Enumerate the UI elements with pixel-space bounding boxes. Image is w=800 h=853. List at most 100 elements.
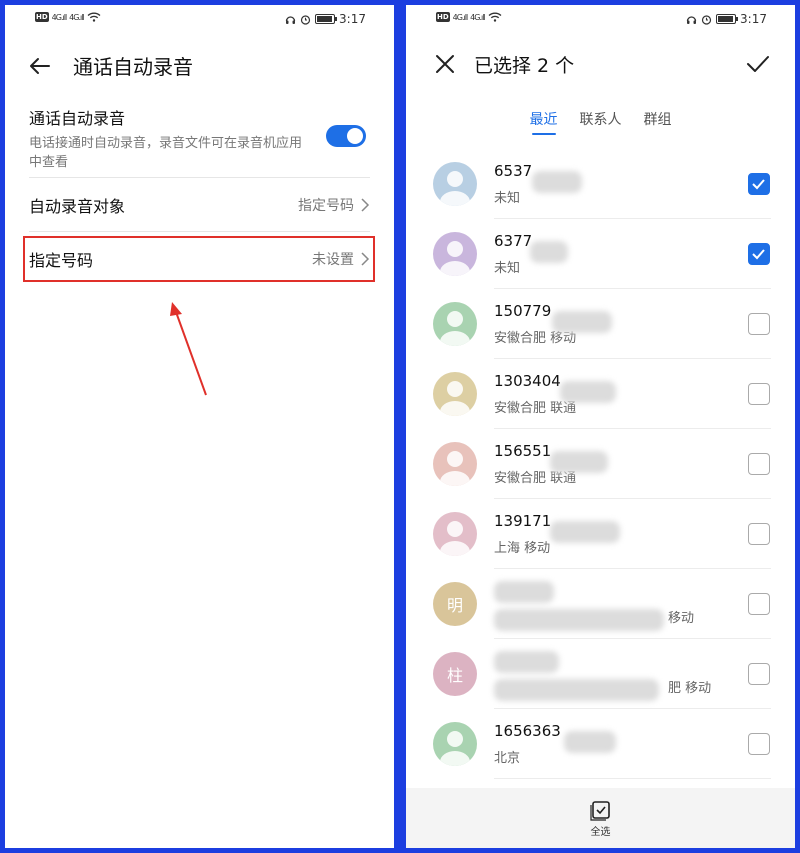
contact-list: 6537 未知 6377 未知 150779 安徽合肥 移动 1303404 安徽合肥 联通 1… (406, 149, 795, 779)
avatar-initial: 柱 (446, 666, 463, 685)
hd-badge: HD (35, 12, 49, 22)
selection-title: 已选择 2 个 (474, 54, 575, 77)
contact-number: 1656363 (494, 722, 561, 740)
contact-picker-screen: HD 4G.ıll 4G.ıll 3:17 已选择 2 个 最近 联系人 群组 65… (406, 5, 795, 848)
avatar (433, 162, 477, 206)
record-target-label: 自动录音对象 (29, 197, 126, 216)
wifi-icon (488, 12, 502, 22)
contact-location: 未知 (494, 261, 521, 276)
auto-record-description: 电话接通时自动录音，录音文件可在录音机应用中查看 (29, 136, 303, 170)
pointer-arrow (170, 302, 207, 396)
battery-icon (716, 14, 739, 24)
checkmark-icon (752, 179, 765, 190)
specified-numbers-value: 未设置 (312, 252, 354, 268)
person-icon (440, 451, 470, 486)
contact-number: 150779 (494, 302, 552, 320)
contact-location: 移动 (668, 611, 695, 626)
contact-checkbox[interactable] (748, 593, 770, 615)
back-arrow-icon[interactable] (27, 53, 53, 79)
specified-numbers-label: 指定号码 (29, 251, 94, 270)
specified-numbers-row[interactable]: 指定号码 未设置 (29, 233, 370, 285)
avatar-initial: 明 (446, 596, 463, 615)
redaction-blur (560, 381, 616, 403)
person-icon (440, 171, 470, 206)
avatar (433, 302, 477, 346)
contact-location: 北京 (494, 751, 521, 766)
tab-1[interactable]: 联系人 (580, 109, 622, 135)
toggle-knob (347, 128, 363, 144)
contact-row[interactable]: 柱肥 移动 (406, 639, 795, 709)
divider (29, 231, 370, 232)
redaction-blur (494, 651, 559, 673)
redaction-blur (494, 679, 659, 701)
bottom-bar: 全选 (406, 788, 795, 848)
hd-badge: HD (436, 12, 450, 22)
headphones-icon (285, 15, 296, 24)
contact-row[interactable]: 156551 安徽合肥 联通 (406, 429, 795, 499)
battery-icon (315, 14, 338, 24)
clock: 3:17 (339, 12, 366, 26)
avatar: 柱 (433, 652, 477, 696)
contact-location: 肥 移动 (668, 681, 712, 696)
checkmark-icon (752, 249, 765, 260)
avatar (433, 512, 477, 556)
contact-row[interactable]: 6537 未知 (406, 149, 795, 219)
contact-checkbox[interactable] (748, 453, 770, 475)
contact-checkbox[interactable] (748, 313, 770, 335)
contact-row[interactable]: 6377 未知 (406, 219, 795, 289)
avatar (433, 232, 477, 276)
select-all-icon (589, 800, 610, 821)
contact-location: 未知 (494, 191, 521, 206)
auto-record-toggle[interactable] (326, 125, 366, 147)
record-target-row[interactable]: 自动录音对象 指定号码 (29, 179, 370, 231)
alarm-icon (701, 14, 712, 25)
tab-2[interactable]: 群组 (644, 109, 672, 135)
contact-number: 156551 (494, 442, 552, 460)
headphones-icon (686, 15, 697, 24)
chevron-right-icon (361, 198, 370, 212)
contact-row[interactable]: 139171 上海 移动 (406, 499, 795, 569)
redaction-blur (494, 581, 554, 603)
redaction-blur (550, 451, 608, 473)
record-target-value: 指定号码 (298, 198, 354, 214)
select-all-label: 全选 (590, 826, 611, 838)
redaction-blur (552, 311, 612, 333)
redaction-blur (564, 731, 616, 753)
avatar: 明 (433, 582, 477, 626)
tab-0[interactable]: 最近 (530, 109, 558, 135)
signal-icon: 4G.ıll (69, 12, 84, 22)
confirm-check-icon[interactable] (745, 51, 771, 77)
contact-number: 1303404 (494, 372, 561, 390)
contact-number: 6377 (494, 232, 533, 250)
redaction-blur (550, 521, 620, 543)
status-bar: HD 4G.ıll 4G.ıll 3:17 (406, 5, 795, 31)
close-icon[interactable] (432, 51, 458, 77)
contact-checkbox[interactable] (748, 733, 770, 755)
signal-icon: 4G.ıll (51, 12, 67, 22)
contact-checkbox[interactable] (748, 383, 770, 405)
person-icon (440, 731, 470, 766)
contact-row[interactable]: 明移动 (406, 569, 795, 639)
avatar (433, 722, 477, 766)
alarm-icon (300, 14, 311, 25)
select-all-button[interactable]: 全选 (589, 799, 612, 838)
signal-icon: 4G.ıll (470, 12, 485, 22)
person-icon (440, 311, 470, 346)
wifi-icon (87, 12, 101, 22)
person-icon (440, 381, 470, 416)
person-icon (440, 241, 470, 276)
contact-row[interactable]: 150779 安徽合肥 移动 (406, 289, 795, 359)
auto-record-setting: 通话自动录音 电话接通时自动录音，录音文件可在录音机应用中查看 (29, 105, 370, 177)
contact-checkbox[interactable] (748, 663, 770, 685)
contact-number: 6537 (494, 162, 533, 180)
contact-location: 上海 移动 (494, 541, 551, 556)
divider (29, 177, 370, 178)
contact-checkbox[interactable] (748, 173, 770, 195)
person-icon (440, 521, 470, 556)
redaction-blur (530, 241, 568, 263)
contact-row[interactable]: 1656363 北京 (406, 709, 795, 779)
clock: 3:17 (740, 12, 767, 26)
contact-row[interactable]: 1303404 安徽合肥 联通 (406, 359, 795, 429)
contact-checkbox[interactable] (748, 523, 770, 545)
contact-checkbox[interactable] (748, 243, 770, 265)
